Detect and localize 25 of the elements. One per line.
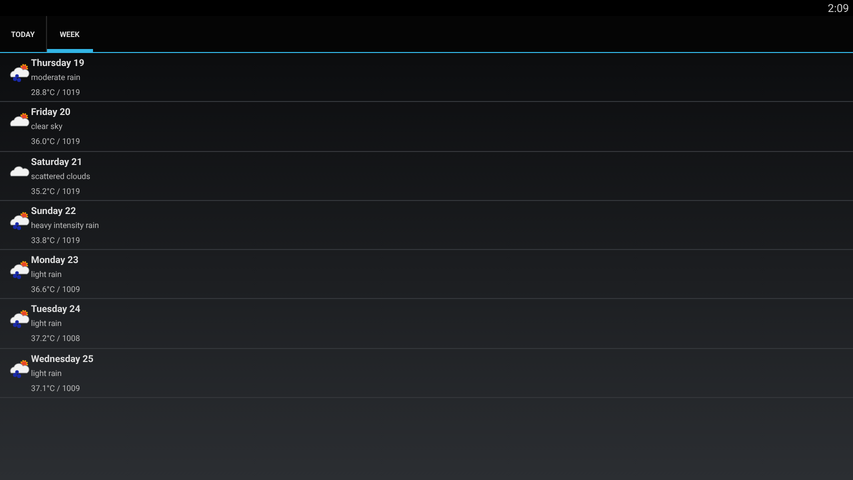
day-title: Wednesday 25 [31,352,94,366]
weather-description: light rain [31,269,63,282]
day-title: Saturday 21 [31,156,84,169]
weather-description: light rain [31,368,63,380]
weather-description: clear sky [31,121,64,134]
rain-cloud-sun-icon [7,258,31,280]
temperature-pressure: 36.6°C / 1009 [31,284,80,296]
temperature-pressure: 37.2°C / 1008 [31,333,80,346]
day-title: Monday 23 [31,254,80,268]
day-title: Friday 20 [31,106,72,120]
day-title: Sunday 22 [31,204,77,218]
temperature-pressure: 33.8°C / 1019 [31,234,82,247]
day-title: Tuesday 24 [31,303,80,316]
weather-description: light rain [31,318,63,330]
clock-time: 2:09 [828,2,849,14]
weather-description: heavy intensity rain [31,220,99,232]
weather-description: moderate rain [31,72,82,84]
temperature-pressure: 35.2°C / 1019 [31,186,82,198]
temperature-pressure: 28.8°C / 1019 [31,87,82,99]
temperature-pressure: 36.0°C / 1019 [31,136,80,148]
day-title: Thursday 19 [31,57,84,70]
rain-cloud-sun-icon [7,61,31,83]
rain-cloud-sun-icon [7,307,31,330]
weather-description: scattered clouds [31,170,90,183]
temperature-pressure: 37.1°C / 1009 [31,382,82,395]
